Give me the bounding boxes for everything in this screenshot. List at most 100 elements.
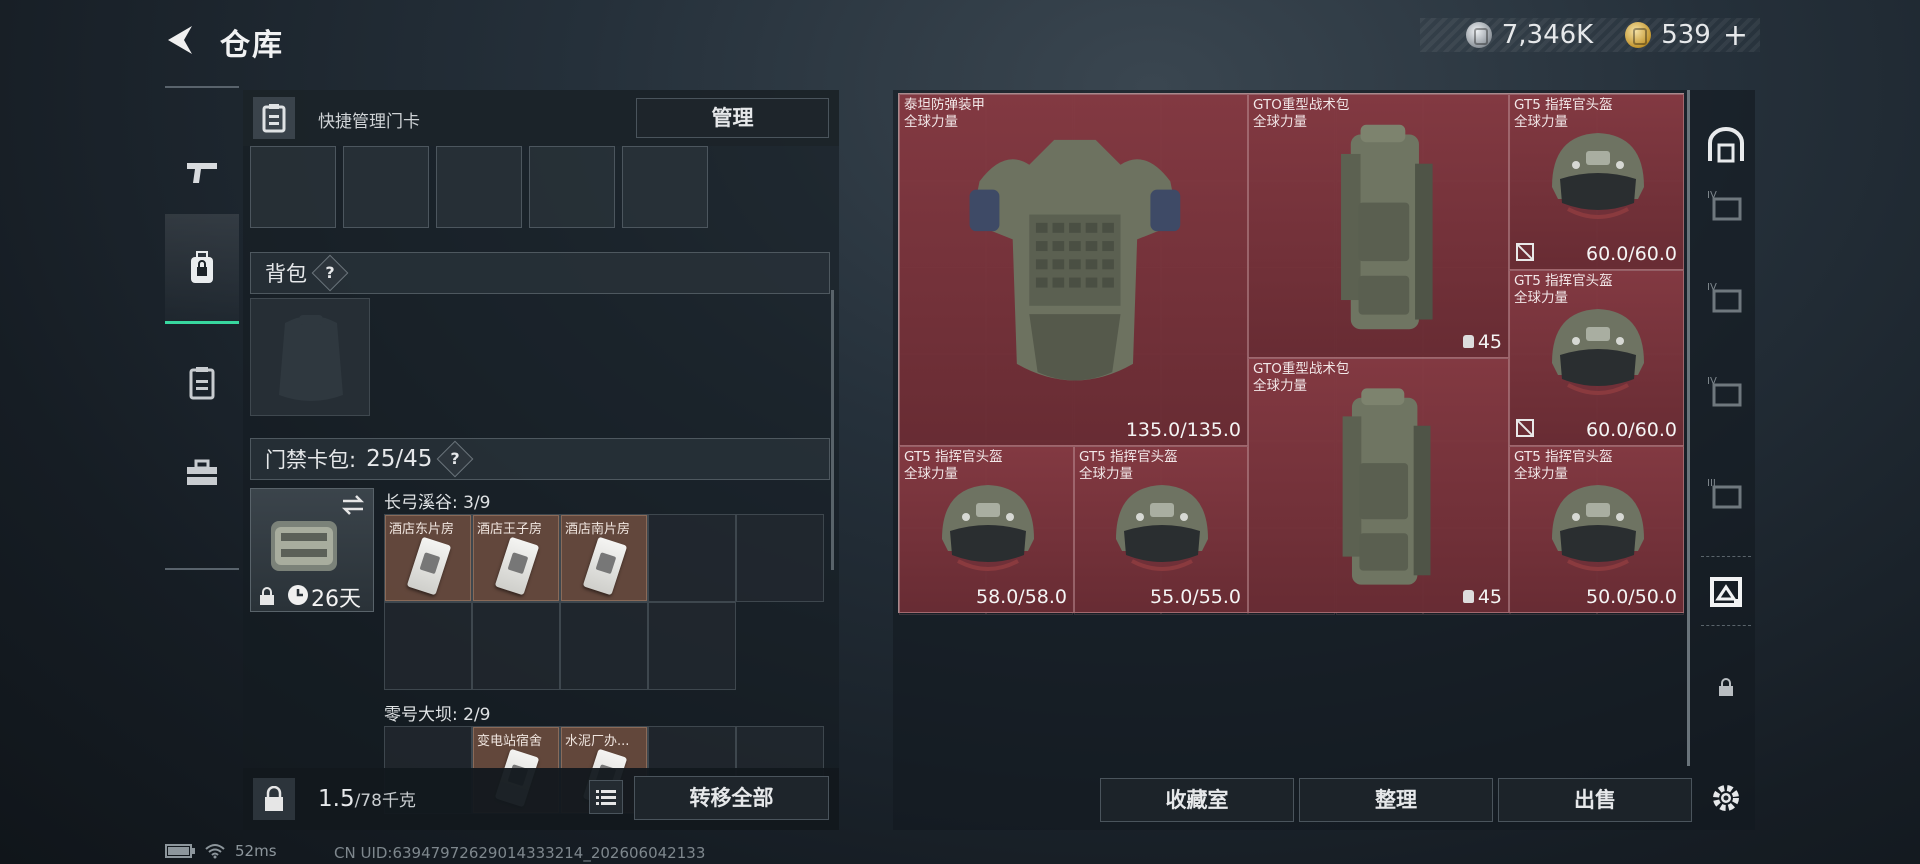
rail-item-equipment[interactable] [165, 214, 239, 324]
keycard-label: 变电站宿舍 [477, 734, 543, 749]
stash-tab-current[interactable] [1701, 556, 1751, 626]
gold-coin-icon [1625, 22, 1652, 48]
left-panel: 快捷管理门卡 管理 背包 ? 门禁卡包: 25/45 ? 26天 长弓溪谷: 3… [243, 90, 839, 830]
backpack-slot[interactable] [250, 298, 370, 416]
transfer-all-button[interactable]: 转移全部 [634, 776, 829, 820]
keycard-slot[interactable] [560, 602, 648, 690]
helmet-image [1538, 121, 1658, 235]
item-title: GT5 指挥官头盔 [904, 449, 1003, 465]
settings-button[interactable] [1701, 776, 1751, 820]
keycard-item[interactable]: 酒店东片房 [385, 515, 471, 601]
helmet-image [928, 473, 1048, 587]
item-durability: 55.0/55.0 [1149, 586, 1241, 608]
item-capacity: 45 [1463, 331, 1502, 353]
stash-item-helmet[interactable]: GT5 指挥官头盔 全球力量 60.0/60.0 [1509, 270, 1684, 446]
battery-icon [165, 844, 195, 858]
silver-coin-icon [1465, 22, 1492, 48]
scrollbar[interactable] [831, 290, 834, 570]
keycard-slot[interactable] [648, 514, 736, 602]
keycard-item[interactable]: 酒店王子房 [473, 515, 559, 601]
keycard-label: 酒店王子房 [477, 522, 543, 537]
sort-button[interactable]: 整理 [1299, 778, 1493, 822]
armor-image [915, 115, 1234, 411]
keypack-help-button[interactable]: ? [436, 440, 474, 478]
quick-slot[interactable] [622, 146, 708, 228]
clock-icon [288, 585, 308, 605]
category-rail [165, 86, 239, 570]
item-faction: 全球力量 [1253, 378, 1307, 394]
item-name: GT5 指挥官头盔 全球力量 [1514, 273, 1613, 307]
stash-page-icon: IV [1707, 376, 1742, 407]
quick-slot[interactable] [436, 146, 522, 228]
list-icon [596, 790, 616, 805]
pistol-icon [187, 163, 217, 183]
stash-item-helmet[interactable]: GT5 指挥官头盔 全球力量 58.0/58.0 [899, 446, 1074, 613]
stash-scrollbar[interactable] [1687, 90, 1690, 766]
keycard-slot[interactable] [736, 514, 824, 602]
stash-tab-iv-b[interactable]: IV [1701, 262, 1751, 332]
item-faction: 全球力量 [1079, 466, 1133, 482]
stash-tab-iv-c[interactable]: IV [1701, 356, 1751, 426]
weight-lock-button[interactable] [253, 778, 295, 820]
stash-page-icon: IV [1707, 282, 1742, 313]
backpack-section-header: 背包 ? [250, 252, 830, 294]
quick-slot[interactable] [343, 146, 429, 228]
toolbox-icon [187, 459, 217, 485]
stash-tab-iv-a[interactable]: IV [1701, 170, 1751, 240]
stash-item-pack[interactable]: GTO重型战术包 全球力量 45 [1248, 358, 1509, 613]
area-label-zero-dam: 零号大坝: 2/9 [384, 705, 491, 725]
stash-item-helmet[interactable]: GT5 指挥官头盔 全球力量 55.0/55.0 [1074, 446, 1248, 613]
item-name: GTO重型战术包 全球力量 [1253, 361, 1349, 395]
keycard-slot[interactable] [648, 602, 736, 690]
add-currency-button[interactable]: + [1723, 18, 1748, 53]
stash-item-pack[interactable]: GTO重型战术包 全球力量 45 [1248, 94, 1509, 358]
sell-button[interactable]: 出售 [1498, 778, 1692, 822]
item-durability: 60.0/60.0 [1585, 419, 1677, 441]
back-button[interactable] [162, 22, 202, 58]
item-name: GT5 指挥官头盔 全球力量 [1514, 97, 1613, 131]
user-id: CN UID:639479726290143332​14_20260604213… [334, 844, 706, 862]
quick-slot[interactable] [529, 146, 615, 228]
backpack-lock-icon [191, 250, 213, 283]
keycard-image [494, 536, 540, 596]
keycard-image [582, 536, 628, 596]
item-durability: 135.0/135.0 [1125, 419, 1241, 441]
item-name: GT5 指挥官头盔 全球力量 [1514, 449, 1613, 483]
status-bar: 52ms [165, 842, 277, 860]
stash-tab-iii[interactable]: III [1701, 458, 1751, 528]
backpack-silhouette-icon [279, 315, 343, 401]
stash-item-armor[interactable]: 泰坦防弹装甲 全球力量 135.0/135.0 [899, 94, 1248, 446]
collection-room-button[interactable]: 收藏室 [1100, 778, 1294, 822]
stash-item-helmet[interactable]: GT5 指挥官头盔 全球力量 60.0/60.0 [1509, 94, 1684, 270]
rail-item-weapons[interactable] [165, 118, 239, 228]
quick-slot[interactable] [250, 146, 336, 228]
keycard-label: 酒店东片房 [389, 522, 455, 537]
backpack-help-button[interactable]: ? [311, 254, 349, 292]
keycard-pack-item[interactable]: 26天 [250, 488, 374, 612]
item-faction: 全球力量 [1514, 466, 1568, 482]
rail-item-toolbox[interactable] [165, 418, 239, 528]
gear-icon [1713, 785, 1739, 811]
item-title: GTO重型战术包 [1253, 97, 1350, 113]
quick-keycard-label: 快捷管理门卡 [318, 112, 420, 132]
helmet-image [1538, 473, 1658, 587]
item-name: GT5 指挥官头盔 全球力量 [904, 449, 1003, 483]
item-title: GT5 指挥官头盔 [1514, 449, 1613, 465]
keycard-case-icon [189, 367, 215, 400]
back-arrow-icon [168, 26, 192, 54]
keycard-case-icon [253, 97, 295, 139]
keycard-slot[interactable] [472, 602, 560, 690]
stash-item-helmet[interactable]: GT5 指挥官头盔 全球力量 50.0/50.0 [1509, 446, 1684, 613]
stash-tab-locked[interactable] [1701, 652, 1751, 722]
quick-keycard-header: 快捷管理门卡 管理 [243, 90, 839, 146]
gold-amount: 539 [1661, 20, 1711, 50]
item-faction: 全球力量 [904, 114, 958, 130]
item-title: GT5 指挥官头盔 [1514, 97, 1613, 113]
manage-button[interactable]: 管理 [636, 98, 829, 138]
lock-icon [260, 587, 274, 605]
list-view-button[interactable] [589, 780, 623, 814]
vault-icon [1708, 127, 1744, 163]
keycard-item[interactable]: 酒店南片房 [561, 515, 647, 601]
keycard-slot[interactable] [384, 602, 472, 690]
inventory-footer: 1.5/78千克 转移全部 [243, 768, 839, 830]
